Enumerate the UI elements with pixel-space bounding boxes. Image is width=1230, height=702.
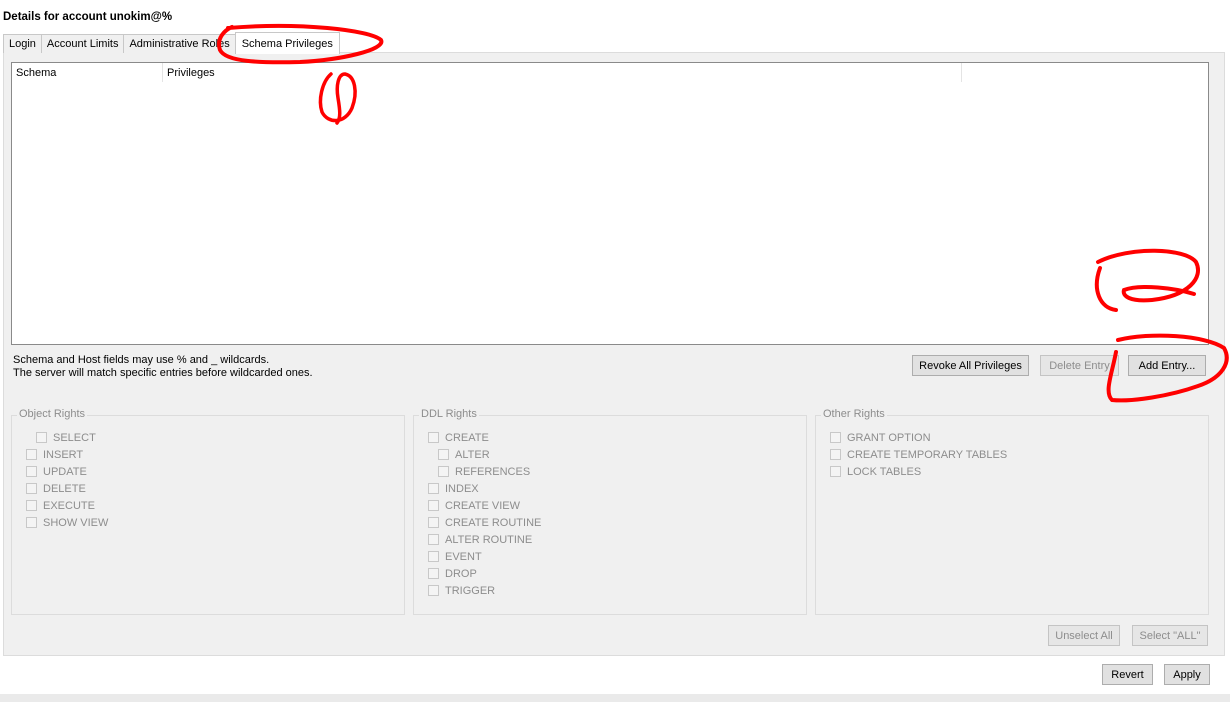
checkbox-label: CREATE TEMPORARY TABLES <box>847 448 1008 461</box>
checkbox-create-view[interactable]: CREATE VIEW <box>428 497 520 514</box>
wildcard-hint: Schema and Host fields may use % and _ w… <box>13 354 313 380</box>
checkbox-box[interactable] <box>428 585 439 596</box>
checkbox-label: GRANT OPTION <box>847 431 931 444</box>
checkbox-box[interactable] <box>428 483 439 494</box>
checkbox-show-view[interactable]: SHOW VIEW <box>26 514 108 531</box>
tab-administrative-roles[interactable]: Administrative Roles <box>123 34 236 53</box>
checkbox-label: UPDATE <box>43 465 87 478</box>
checkbox-delete[interactable]: DELETE <box>26 480 86 497</box>
checkbox-label: SELECT <box>53 431 96 444</box>
column-header-schema[interactable]: Schema <box>12 63 163 82</box>
checkbox-label: CREATE <box>445 431 489 444</box>
checkbox-box[interactable] <box>26 483 37 494</box>
checkbox-label: INDEX <box>445 482 479 495</box>
checkbox-box[interactable] <box>26 466 37 477</box>
tab-bar: Login Account Limits Administrative Role… <box>3 32 340 54</box>
checkbox-box[interactable] <box>428 534 439 545</box>
checkbox-box[interactable] <box>830 432 841 443</box>
checkbox-event[interactable]: EVENT <box>428 548 482 565</box>
select-all-button[interactable]: Select "ALL" <box>1132 625 1208 646</box>
checkbox-update[interactable]: UPDATE <box>26 463 87 480</box>
checkbox-index[interactable]: INDEX <box>428 480 479 497</box>
checkbox-label: LOCK TABLES <box>847 465 922 478</box>
checkbox-drop[interactable]: DROP <box>428 565 477 582</box>
ddl-rights-title: DDL Rights <box>419 408 479 420</box>
checkbox-lock-tables[interactable]: LOCK TABLES <box>830 463 921 480</box>
checkbox-label: CREATE VIEW <box>445 499 520 512</box>
window-bottom-edge <box>0 694 1230 702</box>
hint-line-1: Schema and Host fields may use % and _ w… <box>13 354 270 366</box>
revert-button[interactable]: Revert <box>1102 664 1153 685</box>
other-rights-title: Other Rights <box>821 408 887 420</box>
checkbox-box[interactable] <box>26 500 37 511</box>
page-title: Details for account unokim@% <box>3 11 173 23</box>
checkbox-label: EVENT <box>445 550 482 563</box>
tab-account-limits[interactable]: Account Limits <box>40 34 125 53</box>
checkbox-references[interactable]: REFERENCES <box>438 463 530 480</box>
checkbox-box[interactable] <box>428 432 439 443</box>
tab-login[interactable]: Login <box>3 34 42 53</box>
unselect-all-button[interactable]: Unselect All <box>1048 625 1120 646</box>
checkbox-label: DELETE <box>43 482 86 495</box>
object-rights-title: Object Rights <box>17 408 88 420</box>
checkbox-label: TRIGGER <box>445 584 496 597</box>
column-header-privileges[interactable]: Privileges <box>163 63 962 82</box>
checkbox-execute[interactable]: EXECUTE <box>26 497 95 514</box>
checkbox-label: REFERENCES <box>455 465 531 478</box>
checkbox-box[interactable] <box>26 517 37 528</box>
add-entry-button[interactable]: Add Entry... <box>1128 355 1206 376</box>
apply-button[interactable]: Apply <box>1164 664 1210 685</box>
checkbox-box[interactable] <box>438 466 449 477</box>
checkbox-grant-option[interactable]: GRANT OPTION <box>830 429 931 446</box>
checkbox-insert[interactable]: INSERT <box>26 446 83 463</box>
checkbox-box[interactable] <box>26 449 37 460</box>
checkbox-create-temporary-tables[interactable]: CREATE TEMPORARY TABLES <box>830 446 1007 463</box>
checkbox-create[interactable]: CREATE <box>428 429 489 446</box>
checkbox-label: SHOW VIEW <box>43 516 109 529</box>
schema-privileges-table[interactable]: Schema Privileges <box>11 62 1209 345</box>
checkbox-label: DROP <box>445 567 477 580</box>
checkbox-label: ALTER <box>455 448 490 461</box>
checkbox-box[interactable] <box>830 466 841 477</box>
checkbox-alter[interactable]: ALTER <box>438 446 490 463</box>
delete-entry-button[interactable]: Delete Entry <box>1040 355 1119 376</box>
checkbox-box[interactable] <box>428 500 439 511</box>
checkbox-label: CREATE ROUTINE <box>445 516 542 529</box>
checkbox-label: ALTER ROUTINE <box>445 533 533 546</box>
checkbox-box[interactable] <box>36 432 47 443</box>
checkbox-label: EXECUTE <box>43 499 95 512</box>
checkbox-alter-routine[interactable]: ALTER ROUTINE <box>428 531 532 548</box>
checkbox-box[interactable] <box>428 517 439 528</box>
hint-line-2: The server will match specific entries b… <box>13 367 313 379</box>
revoke-all-privileges-button[interactable]: Revoke All Privileges <box>912 355 1029 376</box>
checkbox-box[interactable] <box>438 449 449 460</box>
checkbox-box[interactable] <box>830 449 841 460</box>
checkbox-create-routine[interactable]: CREATE ROUTINE <box>428 514 541 531</box>
tab-schema-privileges[interactable]: Schema Privileges <box>234 32 340 54</box>
checkbox-box[interactable] <box>428 551 439 562</box>
checkbox-trigger[interactable]: TRIGGER <box>428 582 495 599</box>
checkbox-select[interactable]: SELECT <box>36 429 96 446</box>
checkbox-box[interactable] <box>428 568 439 579</box>
checkbox-label: INSERT <box>43 448 84 461</box>
